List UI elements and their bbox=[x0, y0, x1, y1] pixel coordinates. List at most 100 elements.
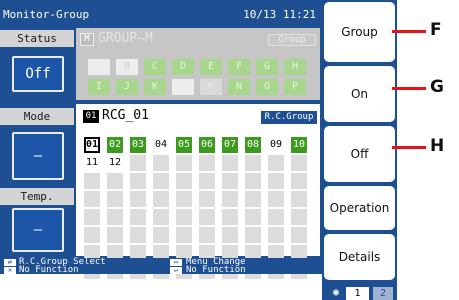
rc-group-tag: R.C.Group bbox=[261, 111, 317, 124]
group-cell: D bbox=[172, 59, 194, 75]
rc-empty-cell bbox=[107, 191, 123, 207]
off-button[interactable]: Off bbox=[324, 126, 395, 182]
page-2-tab[interactable]: 2 bbox=[373, 287, 393, 300]
rc-empty-cell bbox=[84, 173, 100, 189]
group-tag: Group bbox=[268, 34, 316, 46]
callout-g: G bbox=[430, 77, 444, 97]
rc-empty-cell bbox=[222, 191, 238, 207]
operation-button[interactable]: Operation bbox=[324, 186, 395, 230]
menu-icon: ▭ bbox=[170, 259, 182, 266]
rc-empty-cell bbox=[222, 173, 238, 189]
rc-empty-cell bbox=[222, 209, 238, 225]
group-cell: M bbox=[200, 79, 222, 95]
rc-unit-cell[interactable]: 05 bbox=[176, 137, 192, 153]
rc-empty-cell bbox=[107, 173, 123, 189]
rc-unit-cell[interactable]: 08 bbox=[245, 137, 261, 153]
rc-unit-cell[interactable]: 02 bbox=[107, 137, 123, 153]
group-button[interactable]: Group bbox=[324, 2, 395, 62]
rc-empty-cell bbox=[291, 155, 307, 171]
status-label: Status bbox=[0, 30, 74, 47]
footer-no-function-right: No Function bbox=[186, 265, 246, 275]
rc-empty-cell bbox=[153, 173, 169, 189]
rc-empty-cell bbox=[176, 227, 192, 243]
group-cell: F bbox=[228, 59, 250, 75]
mode-label: Mode bbox=[0, 108, 74, 125]
window-title: Monitor-Group bbox=[3, 8, 90, 21]
group-cell: E bbox=[200, 59, 222, 75]
rc-empty-cell bbox=[153, 209, 169, 225]
title-bar: Monitor-Group 10/13 11:21 bbox=[0, 7, 322, 22]
rc-empty-cell bbox=[84, 191, 100, 207]
rc-empty-cell bbox=[153, 227, 169, 243]
rc-empty-cell bbox=[130, 173, 146, 189]
rc-empty-cell bbox=[130, 155, 146, 171]
rc-group-badge: 01 bbox=[83, 110, 99, 123]
rc-empty-cell bbox=[176, 155, 192, 171]
rc-empty-cell bbox=[245, 155, 261, 171]
group-cell: G bbox=[256, 59, 278, 75]
rc-unit-cell[interactable]: 09 bbox=[268, 137, 284, 153]
group-cell: J bbox=[116, 79, 138, 95]
details-button[interactable]: Details bbox=[324, 234, 395, 280]
group-cell: B bbox=[116, 59, 138, 75]
rc-group-name: RCG_01 bbox=[102, 108, 149, 123]
function-sidebar: Group On Off Operation Details bbox=[322, 0, 397, 300]
temp-button[interactable]: – bbox=[12, 208, 64, 252]
rc-empty-cell bbox=[199, 209, 215, 225]
rc-empty-cell bbox=[268, 191, 284, 207]
rc-empty-cell bbox=[107, 227, 123, 243]
rc-empty-cell bbox=[222, 227, 238, 243]
status-button[interactable]: Off bbox=[12, 56, 64, 92]
rc-empty-cell bbox=[130, 227, 146, 243]
rc-empty-cell bbox=[130, 191, 146, 207]
page-1-tab[interactable]: 1 bbox=[346, 287, 369, 300]
footer: ⇄ R.C.Group Select ✕ No Function ▭ Menu … bbox=[0, 258, 322, 275]
rc-empty-cell bbox=[245, 173, 261, 189]
callout-g-line bbox=[392, 87, 426, 90]
rc-unit-cell[interactable]: 10 bbox=[291, 137, 307, 153]
rc-unit-cell[interactable]: 04 bbox=[153, 137, 169, 153]
x-icon: ✕ bbox=[4, 267, 16, 274]
rc-empty-cell bbox=[199, 227, 215, 243]
page-indicator: ◉ 1 2 bbox=[333, 286, 393, 300]
rc-empty-cell bbox=[199, 191, 215, 207]
rc-empty-cell bbox=[245, 209, 261, 225]
monitor-screen: Monitor-Group 10/13 11:21 Status Off Mod… bbox=[0, 0, 322, 279]
group-cell bbox=[172, 79, 194, 95]
rc-empty-cell bbox=[84, 227, 100, 243]
callout-h: H bbox=[430, 136, 445, 156]
rc-empty-cell bbox=[176, 191, 192, 207]
rc-empty-cell bbox=[107, 209, 123, 225]
group-panel: M GROUP—M Group BCDEFGHIJKMNOP bbox=[76, 28, 320, 100]
rc-empty-cell bbox=[268, 173, 284, 189]
rc-unit-cell[interactable]: 12 bbox=[107, 155, 123, 171]
footer-no-function-left: No Function bbox=[19, 265, 79, 275]
rc-group-panel: 01 RCG_01 R.C.Group 01 02 03 04 05 06 07 08 09 10… bbox=[76, 104, 320, 279]
temp-label: Temp. bbox=[0, 188, 74, 205]
rc-unit-cell[interactable]: 06 bbox=[199, 137, 215, 153]
group-cell: C bbox=[144, 59, 166, 75]
page-icon: ◉ bbox=[333, 287, 340, 298]
rc-unit-cell[interactable]: 01 bbox=[84, 137, 100, 153]
group-cell: N bbox=[228, 79, 250, 95]
group-cell: H bbox=[284, 59, 306, 75]
group-name: GROUP—M bbox=[98, 31, 153, 46]
rc-empty-cell bbox=[291, 227, 307, 243]
group-badge: M bbox=[80, 33, 94, 46]
rc-empty-cell bbox=[291, 209, 307, 225]
group-cell: O bbox=[256, 79, 278, 95]
rc-empty-cell bbox=[199, 155, 215, 171]
callout-f: F bbox=[430, 20, 442, 40]
rc-unit-cell[interactable]: 11 bbox=[84, 155, 100, 171]
mode-button[interactable]: – bbox=[12, 132, 64, 180]
rc-empty-cell bbox=[153, 191, 169, 207]
on-button[interactable]: On bbox=[324, 66, 395, 122]
rc-unit-cell[interactable]: 03 bbox=[130, 137, 146, 153]
rc-empty-cell bbox=[268, 155, 284, 171]
rc-empty-cell bbox=[291, 191, 307, 207]
group-cell bbox=[88, 59, 110, 75]
rc-unit-cell[interactable]: 07 bbox=[222, 137, 238, 153]
rc-empty-cell bbox=[245, 227, 261, 243]
group-cell: P bbox=[284, 79, 306, 95]
rc-empty-cell bbox=[176, 209, 192, 225]
